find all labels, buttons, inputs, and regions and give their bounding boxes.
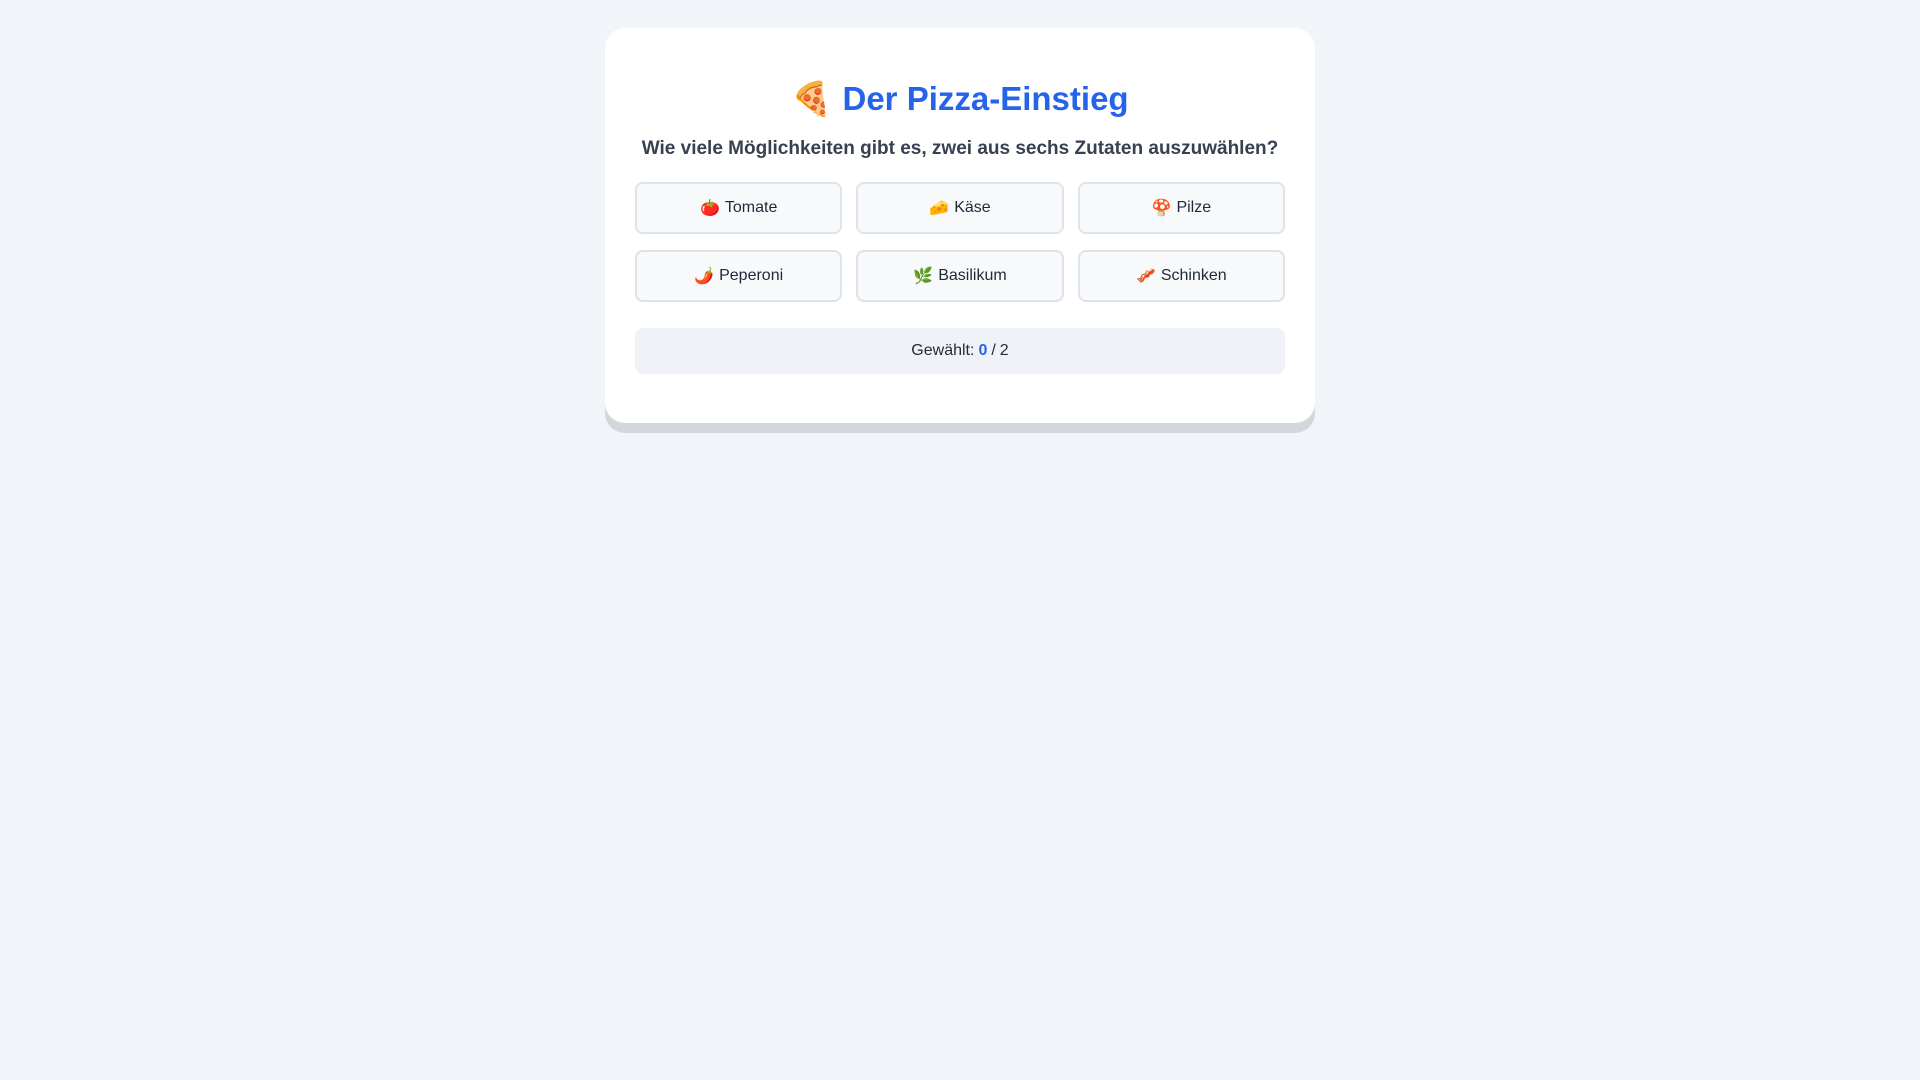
ingredient-button-schinken[interactable]: 🥓 Schinken	[1077, 249, 1285, 302]
selected-count: 0	[978, 341, 988, 359]
chili-pepper-icon: 🌶️	[694, 267, 715, 285]
ingredient-button-basilikum[interactable]: 🌿 Basilikum	[856, 249, 1064, 302]
ingredient-label: Peperoni	[719, 266, 784, 284]
tomato-icon: 🍅	[699, 199, 720, 217]
ingredient-label: Pilze	[1176, 198, 1212, 216]
ingredient-grid: 🍅 Tomate 🧀 Käse 🍄 Pilze 🌶️ Peperoni 🌿 Ba…	[635, 181, 1285, 302]
cheese-icon: 🧀	[929, 199, 950, 217]
selection-status: Gewählt: 0 / 2	[635, 327, 1285, 374]
mushroom-icon: 🍄	[1151, 199, 1172, 217]
ingredient-button-peperoni[interactable]: 🌶️ Peperoni	[635, 249, 843, 302]
quiz-card: 🍕 Der Pizza-Einstieg Wie viele Möglichkei…	[605, 28, 1315, 423]
status-separator: /	[991, 341, 996, 359]
page-title: 🍕 Der Pizza-Einstieg	[635, 78, 1285, 124]
pizza-icon: 🍕	[791, 80, 833, 117]
ingredient-button-tomate[interactable]: 🍅 Tomate	[635, 181, 843, 234]
ingredient-button-kaese[interactable]: 🧀 Käse	[856, 181, 1064, 234]
ingredient-label: Basilikum	[938, 266, 1007, 284]
bacon-icon: 🥓	[1135, 267, 1156, 285]
question-text: Wie viele Möglichkeiten gibt es, zwei au…	[641, 138, 1279, 159]
ingredient-label: Käse	[954, 198, 991, 216]
ingredient-button-pilze[interactable]: 🍄 Pilze	[1077, 181, 1285, 234]
status-label: Gewählt:	[911, 341, 975, 359]
ingredient-label: Tomate	[724, 198, 778, 216]
total-count: 2	[999, 341, 1009, 359]
herb-icon: 🌿	[913, 267, 934, 285]
ingredient-label: Schinken	[1160, 266, 1227, 284]
title-text: Der Pizza-Einstieg	[842, 80, 1129, 117]
